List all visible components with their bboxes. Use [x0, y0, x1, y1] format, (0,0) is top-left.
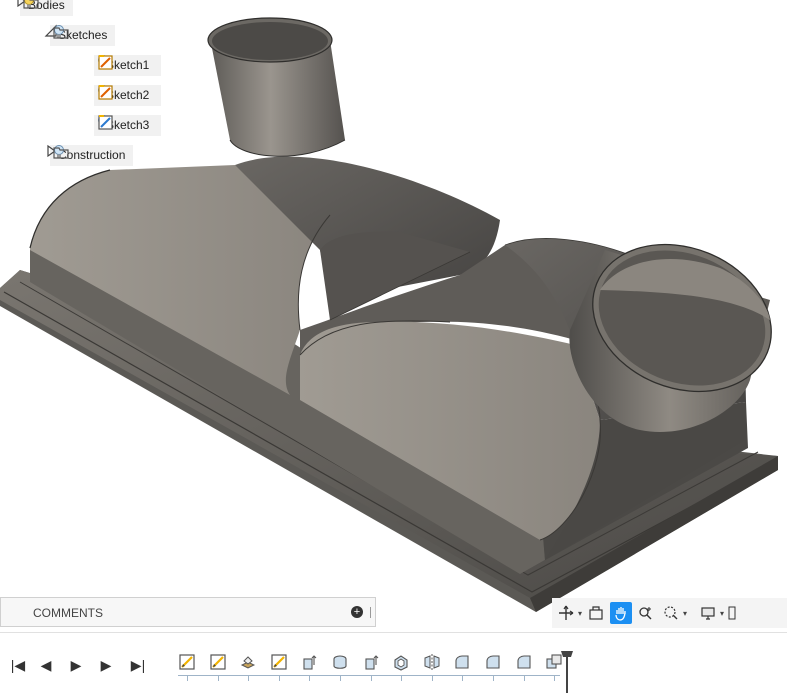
- timeline-feature-loft-icon[interactable]: [239, 653, 257, 671]
- browser-item-sketch2[interactable]: Sketch2: [88, 84, 162, 106]
- timeline-feature-sketch-icon[interactable]: [270, 653, 288, 671]
- previous-icon[interactable]: ◀: [36, 655, 56, 675]
- timeline-feature-fillet-icon[interactable]: [515, 653, 533, 671]
- timeline-feature-fillet-icon[interactable]: [453, 653, 471, 671]
- display-settings-icon[interactable]: [697, 602, 719, 624]
- comments-panel[interactable]: COMMENTS +: [0, 597, 376, 627]
- chevron-down-icon[interactable]: ▾: [683, 609, 687, 618]
- chevron-down-icon[interactable]: ▾: [720, 609, 724, 618]
- comments-title: COMMENTS: [33, 606, 103, 620]
- add-comment-icon[interactable]: +: [351, 606, 363, 618]
- timeline-tick: [187, 675, 188, 681]
- timeline-tick: [401, 675, 402, 681]
- timeline-feature-fillet-icon[interactable]: [484, 653, 502, 671]
- browser-item-sketches[interactable]: Sketches: [44, 24, 116, 46]
- pan-icon[interactable]: [610, 602, 633, 624]
- timeline-feature-revolve-icon[interactable]: [331, 653, 349, 671]
- sketch-icon: [98, 55, 113, 70]
- next-icon[interactable]: ▶: [96, 655, 116, 675]
- canvas-viewport[interactable]: Bodies Sketches Sketch1 Sketch2 Sketch3 …: [0, 0, 787, 632]
- timeline-tick: [371, 675, 372, 681]
- timeline-feature-sketch-icon[interactable]: [209, 653, 227, 671]
- orbit-icon[interactable]: [555, 602, 577, 624]
- browser-item-construction[interactable]: Construction: [44, 144, 134, 166]
- timeline-tick: [554, 675, 555, 681]
- folder-icon: [53, 147, 69, 159]
- zoom-window-icon[interactable]: [660, 602, 682, 624]
- timeline-tick: [218, 675, 219, 681]
- first-icon[interactable]: |◀: [8, 655, 28, 675]
- play-icon[interactable]: ▶: [66, 655, 86, 675]
- timeline-tick: [309, 675, 310, 681]
- timeline-tick: [462, 675, 463, 681]
- timeline-tick: [248, 675, 249, 681]
- look-at-icon[interactable]: [585, 602, 607, 624]
- timeline-feature-extrude-icon[interactable]: [300, 653, 318, 671]
- timeline-feature-combine-icon[interactable]: [545, 653, 563, 671]
- browser-item-sketch1[interactable]: Sketch1: [88, 54, 162, 76]
- browser-item-bodies[interactable]: Bodies: [14, 0, 73, 16]
- folder-icon: [23, 0, 39, 9]
- last-icon[interactable]: ▶|: [128, 655, 148, 675]
- timeline-tick: [340, 675, 341, 681]
- folder-icon: [53, 27, 69, 39]
- timeline-feature-extrude-icon[interactable]: [362, 653, 380, 671]
- timeline-tick: [493, 675, 494, 681]
- timeline-feature-mirror-icon[interactable]: [423, 653, 441, 671]
- grid-settings-icon[interactable]: [727, 602, 737, 624]
- zoom-icon[interactable]: [635, 602, 657, 624]
- sketch-icon: [98, 115, 113, 130]
- sketch-icon: [98, 85, 113, 100]
- timeline-feature-shell-icon[interactable]: [392, 653, 410, 671]
- top-duct: [207, 17, 346, 157]
- timeline-feature-sketch-icon[interactable]: [178, 653, 196, 671]
- browser-item-sketch3[interactable]: Sketch3: [88, 114, 162, 136]
- chevron-down-icon[interactable]: ▾: [578, 609, 582, 618]
- timeline-tick: [432, 675, 433, 681]
- timeline-bar: |◀ ◀ ▶ ▶ ▶|: [0, 632, 787, 697]
- timeline-tick: [279, 675, 280, 681]
- timeline-tick: [524, 675, 525, 681]
- navigation-toolbar: ▾ ▾ ▾: [552, 598, 787, 628]
- timeline-track: [178, 675, 560, 676]
- panel-divider[interactable]: [370, 607, 371, 618]
